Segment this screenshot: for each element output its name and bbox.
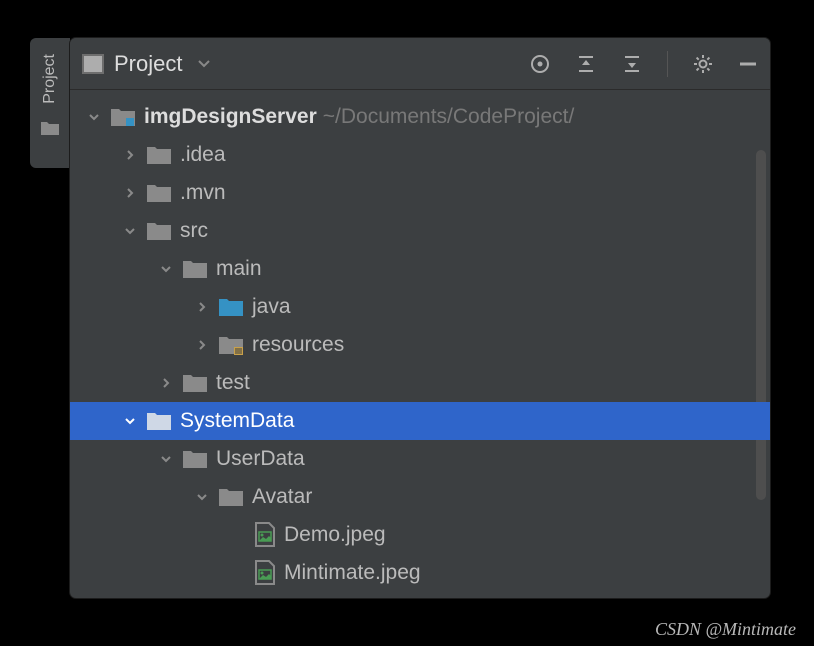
tree-item[interactable]: SystemData	[70, 402, 770, 440]
folder-icon	[218, 486, 244, 508]
folder-icon	[146, 410, 172, 432]
chevron-right-icon[interactable]	[124, 149, 144, 161]
chevron-down-icon[interactable]	[124, 415, 144, 427]
tree-item-label: test	[216, 371, 250, 395]
folder-icon	[182, 372, 208, 394]
tree-item-label: Avatar	[252, 485, 312, 509]
chevron-down-icon[interactable]	[88, 111, 108, 123]
select-opened-file-icon[interactable]	[529, 53, 551, 75]
folder-icon	[146, 220, 172, 242]
tree-item[interactable]: Demo.jpeg	[70, 516, 770, 554]
tree-item[interactable]: UserData	[70, 440, 770, 478]
tree-item-label: UserData	[216, 447, 305, 471]
chevron-down-icon[interactable]	[196, 491, 216, 503]
project-tree[interactable]: imgDesignServer~/Documents/CodeProject/.…	[70, 90, 770, 598]
tool-window-tab[interactable]: Project	[30, 38, 70, 168]
tree-item[interactable]: .mvn	[70, 174, 770, 212]
tree-item[interactable]: resources	[70, 326, 770, 364]
image-icon	[254, 560, 276, 586]
project-tool-window: Project imgDesignServer~/D	[70, 38, 770, 598]
tree-item[interactable]: Mintimate.jpeg	[70, 554, 770, 592]
project-view-icon	[82, 54, 104, 74]
chevron-down-icon[interactable]	[160, 453, 180, 465]
tree-item-label: src	[180, 219, 208, 243]
separator	[667, 51, 668, 77]
hide-icon[interactable]	[738, 54, 758, 74]
folder-icon	[146, 182, 172, 204]
image-icon	[254, 522, 276, 548]
module-icon	[110, 106, 136, 128]
collapse-all-icon[interactable]	[621, 53, 643, 75]
toolbar: Project	[70, 38, 770, 90]
tree-item-label: .idea	[180, 143, 226, 167]
tree-item[interactable]: main	[70, 250, 770, 288]
tree-item-path: ~/Documents/CodeProject/	[323, 105, 575, 129]
tree-item[interactable]: java	[70, 288, 770, 326]
dropdown-icon[interactable]	[198, 60, 210, 68]
tree-item-label: resources	[252, 333, 344, 357]
tool-window-label: Project	[41, 48, 59, 110]
src-folder-icon	[218, 296, 244, 318]
tree-item[interactable]: Avatar	[70, 478, 770, 516]
tree-item[interactable]: test	[70, 364, 770, 402]
tree-item[interactable]: src	[70, 212, 770, 250]
chevron-down-icon[interactable]	[160, 263, 180, 275]
watermark: CSDN @Mintimate	[655, 619, 796, 640]
tree-item-label: Demo.jpeg	[284, 523, 386, 547]
folder-icon	[182, 258, 208, 280]
folder-icon	[146, 144, 172, 166]
chevron-right-icon[interactable]	[124, 187, 144, 199]
tree-item-label: .mvn	[180, 181, 226, 205]
chevron-right-icon[interactable]	[196, 301, 216, 313]
tree-item-label: imgDesignServer	[144, 105, 317, 129]
expand-all-icon[interactable]	[575, 53, 597, 75]
tree-item-label: java	[252, 295, 291, 319]
tree-item[interactable]: imgDesignServer~/Documents/CodeProject/	[70, 98, 770, 136]
tree-item-label: main	[216, 257, 262, 281]
chevron-right-icon[interactable]	[196, 339, 216, 351]
tree-item-label: SystemData	[180, 409, 294, 433]
chevron-right-icon[interactable]	[160, 377, 180, 389]
chevron-down-icon[interactable]	[124, 225, 144, 237]
gear-icon[interactable]	[692, 53, 714, 75]
tree-item-label: Mintimate.jpeg	[284, 561, 421, 585]
folder-icon	[182, 448, 208, 470]
res-folder-icon	[218, 334, 244, 356]
view-title[interactable]: Project	[114, 51, 182, 77]
folder-icon	[40, 120, 60, 136]
tree-item[interactable]: .idea	[70, 136, 770, 174]
